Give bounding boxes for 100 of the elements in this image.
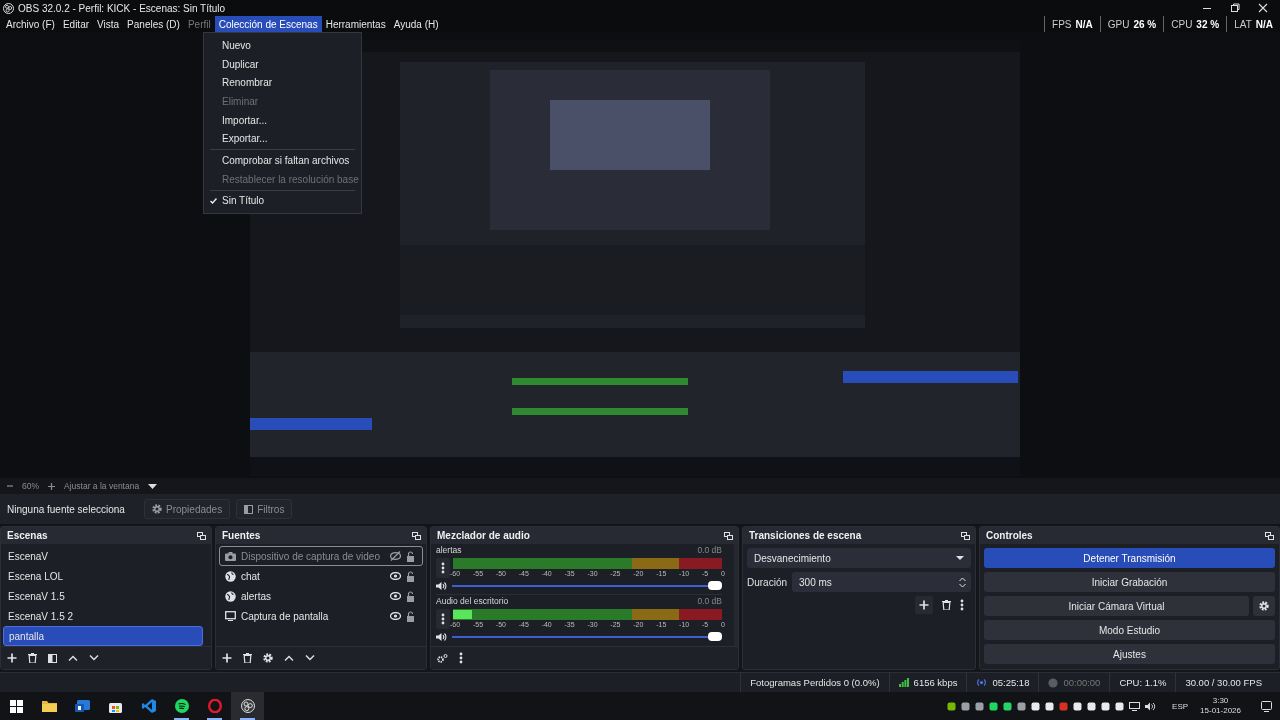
more-icon[interactable]: [459, 652, 463, 664]
menu-option[interactable]: Importar...: [204, 110, 361, 130]
undock-icon[interactable]: [961, 531, 970, 540]
zoom-level: 60%: [22, 481, 39, 491]
stat-value: 32 %: [1196, 18, 1220, 30]
slider-handle[interactable]: [708, 631, 722, 641]
speaker-icon[interactable]: [436, 631, 447, 642]
menu-option[interactable]: Renombrar: [204, 73, 361, 93]
control-button[interactable]: Modo Estudio: [984, 620, 1275, 640]
scene-item[interactable]: EscenaV 1.5: [3, 586, 203, 606]
clock[interactable]: 3:30 15-01-2026: [1200, 696, 1241, 716]
volume-reading: 0.0 dB: [697, 545, 722, 555]
zoom-out-icon[interactable]: [7, 483, 13, 489]
padlock-icon[interactable]: [406, 610, 415, 622]
transition-select[interactable]: Desvanecimiento: [747, 548, 971, 568]
trash-icon[interactable]: [28, 653, 37, 663]
channel-menu-button[interactable]: [436, 557, 450, 578]
eye-hidden-icon[interactable]: [390, 551, 401, 561]
dropped-frames: Fotogramas Perdidos 0 (0.0%): [750, 677, 880, 688]
caret-up-icon[interactable]: [284, 655, 294, 661]
scene-item[interactable]: EscenaV: [3, 546, 203, 566]
stat-value: N/A: [1075, 18, 1093, 30]
menu-option[interactable]: Duplicar: [204, 54, 361, 74]
more-icon: [441, 561, 445, 574]
scene-item[interactable]: Escena LOL: [3, 566, 203, 586]
cog-icon[interactable]: [437, 653, 448, 663]
eye-icon[interactable]: [390, 572, 401, 580]
menu-item[interactable]: Colección de Escenas: [214, 16, 322, 32]
control-button[interactable]: Iniciar Grabación: [984, 572, 1275, 592]
close-icon[interactable]: [1258, 3, 1268, 13]
caret-down-icon[interactable]: [148, 483, 158, 489]
eye-icon[interactable]: [390, 592, 401, 600]
menu-item[interactable]: Ayuda (H): [389, 16, 443, 32]
panel-title: Escenas: [7, 530, 48, 541]
menu-item[interactable]: Editar: [58, 16, 94, 32]
ring-icon: [207, 699, 222, 713]
add-button[interactable]: [915, 596, 933, 614]
music-app-icon: [174, 699, 189, 713]
speaker-icon[interactable]: [436, 580, 447, 591]
panel-icon[interactable]: [48, 653, 57, 663]
volume-icon[interactable]: [1145, 701, 1157, 711]
scene-item[interactable]: EscenaV 1.5 2: [3, 606, 203, 626]
windows-logo-icon: [10, 699, 23, 713]
control-button[interactable]: Iniciar Cámara Virtual: [984, 596, 1249, 616]
eye-icon[interactable]: [390, 612, 401, 620]
more-icon[interactable]: [960, 599, 964, 611]
caret-up-icon[interactable]: [68, 655, 78, 661]
menu-option[interactable]: Sin Título: [204, 191, 361, 211]
keyboard-language[interactable]: ESP: [1172, 701, 1189, 711]
undock-icon[interactable]: [197, 531, 206, 540]
trash-icon[interactable]: [243, 653, 252, 663]
plus-icon[interactable]: [7, 653, 17, 663]
volume-slider[interactable]: [452, 635, 722, 638]
camera-icon: [225, 551, 236, 561]
globe-icon: [225, 590, 236, 602]
menu-option[interactable]: Nuevo: [204, 36, 361, 55]
padlock-icon[interactable]: [406, 550, 415, 562]
duration-field[interactable]: 300 ms: [792, 572, 971, 592]
source-item[interactable]: Dispositivo de captura de video: [219, 546, 423, 566]
network-icon[interactable]: [1129, 701, 1141, 711]
zoom-in-icon[interactable]: [48, 482, 55, 490]
signal-icon: [898, 678, 909, 687]
slider-handle[interactable]: [708, 580, 722, 590]
folder-icon: [42, 700, 57, 712]
padlock-icon[interactable]: [406, 570, 415, 582]
stream-time: 05:25:18: [992, 677, 1030, 688]
volume-slider[interactable]: [452, 584, 722, 587]
channel-menu-button[interactable]: [436, 608, 450, 629]
plus-icon[interactable]: [222, 653, 232, 663]
settings-button[interactable]: [1253, 596, 1275, 616]
padlock-icon[interactable]: [406, 590, 415, 602]
cpu-usage: CPU: 1.1%: [1119, 677, 1167, 688]
menu-item[interactable]: Vista: [93, 16, 124, 32]
caret-down-icon[interactable]: [89, 655, 99, 661]
control-button[interactable]: Detener Transmisión: [984, 548, 1275, 568]
menu-option[interactable]: Exportar...: [204, 129, 361, 149]
scene-item[interactable]: pantalla: [3, 626, 203, 646]
undock-icon[interactable]: [724, 531, 733, 540]
monitor-icon: [225, 611, 236, 621]
fit-to-window-option[interactable]: Ajustar a la ventana: [64, 481, 140, 491]
undock-icon[interactable]: [412, 531, 421, 540]
control-button[interactable]: Ajustes: [984, 644, 1275, 664]
panel-title: Transiciones de escena: [749, 530, 862, 541]
panel-title: Mezclador de audio: [437, 530, 530, 541]
source-item[interactable]: alertas: [219, 586, 423, 606]
menu-item[interactable]: Paneles (D): [123, 16, 184, 32]
caret-down-icon[interactable]: [305, 655, 315, 661]
restore-icon[interactable]: [1230, 3, 1240, 13]
more-icon: [441, 612, 445, 625]
obs-icon: [240, 699, 255, 713]
trash-icon[interactable]: [942, 600, 951, 610]
menu-item[interactable]: Herramientas: [321, 16, 390, 32]
undock-icon[interactable]: [1265, 531, 1274, 540]
menu-option[interactable]: Comprobar si faltan archivos: [204, 151, 361, 170]
menu-item[interactable]: Archivo (F): [2, 16, 59, 32]
taskbar-app[interactable]: [231, 692, 264, 720]
spinner-arrows-icon: [959, 576, 966, 588]
channel-name: alertas: [436, 545, 462, 555]
source-item[interactable]: chat: [219, 566, 423, 586]
source-item[interactable]: Captura de pantalla: [219, 606, 423, 626]
